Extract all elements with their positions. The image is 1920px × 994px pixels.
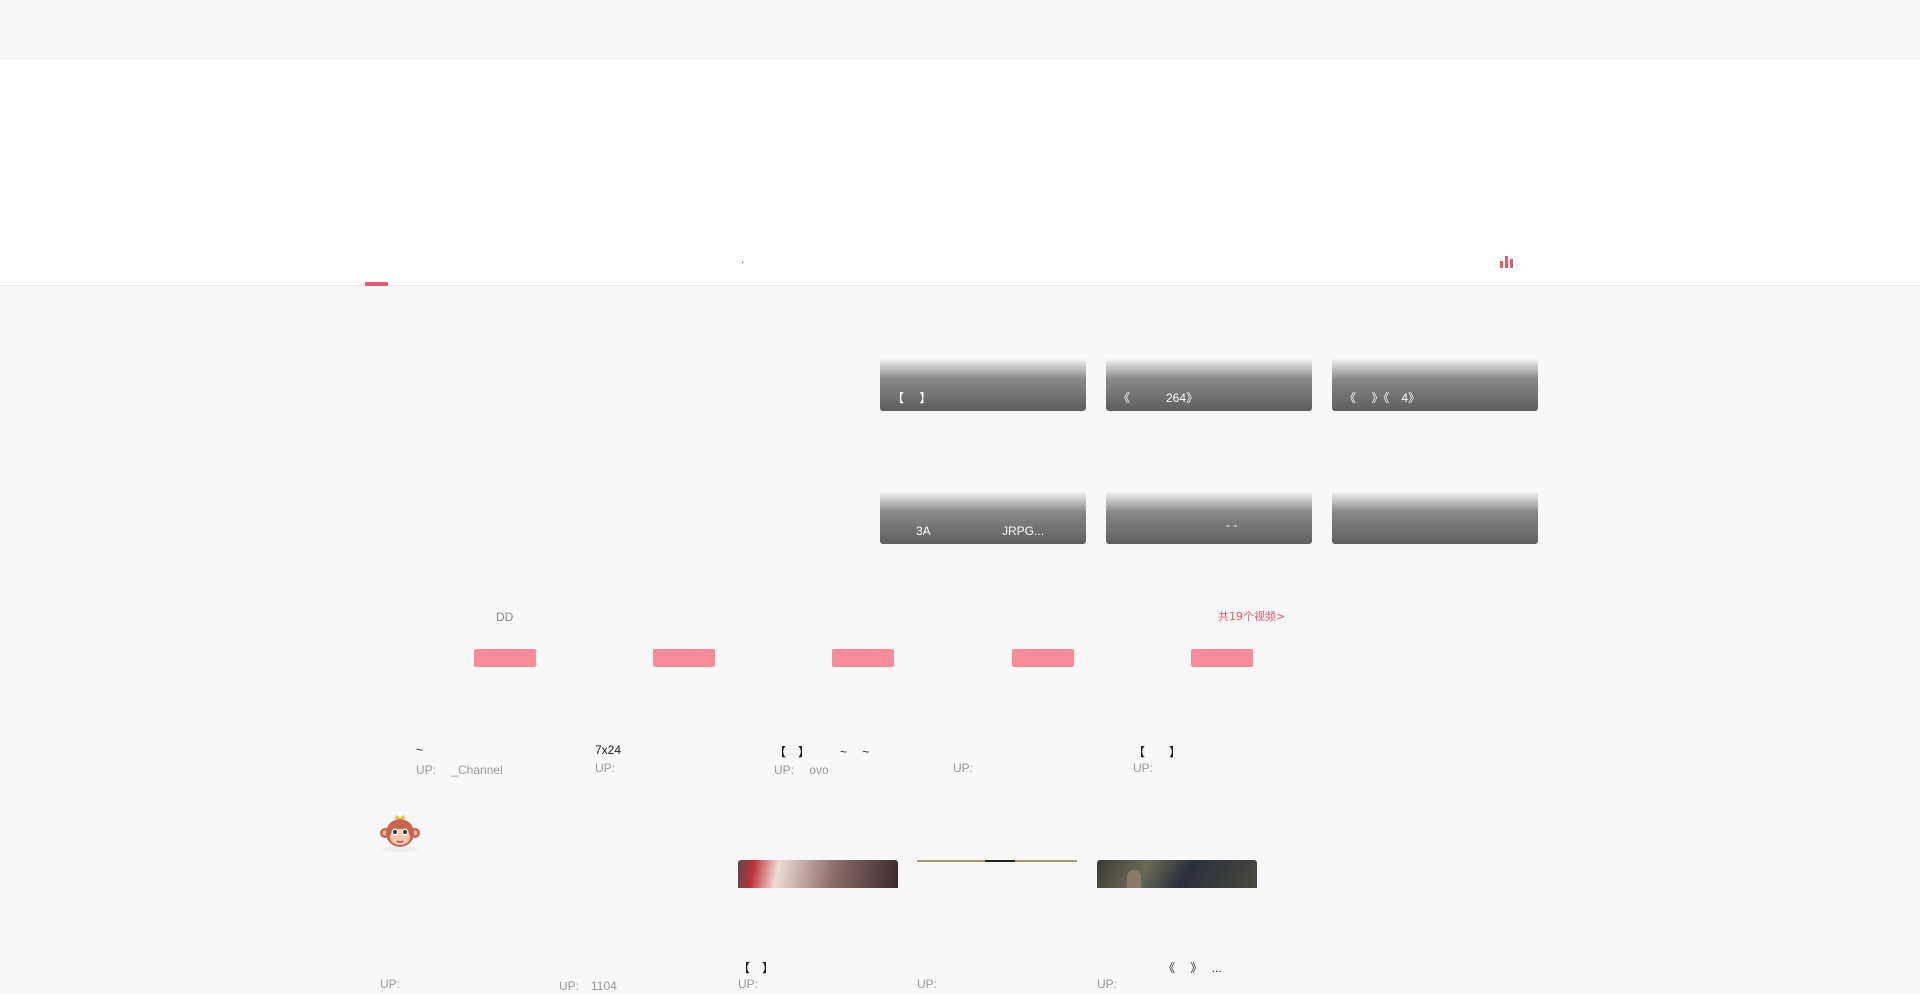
banner-card-title: 《 264》 bbox=[1118, 391, 1199, 405]
banner-card[interactable]: 《 264》 bbox=[1106, 358, 1312, 411]
video-uploader[interactable]: UP: bbox=[1097, 977, 1117, 991]
banner-card[interactable]: 3A JRPG... bbox=[880, 491, 1086, 544]
video-uploader[interactable]: UP: bbox=[1133, 761, 1153, 775]
video-uploader[interactable]: UP: bbox=[917, 977, 937, 991]
monkey-mascot-icon bbox=[378, 812, 422, 852]
banner-card-title: 3A JRPG... bbox=[892, 524, 1045, 538]
banner-card-title: 【 】 bbox=[892, 391, 932, 405]
banner-card[interactable]: - - bbox=[1106, 491, 1312, 544]
video-title[interactable]: 【 】 ~ ~ bbox=[774, 743, 869, 760]
ranking-bar-icon[interactable] bbox=[1500, 256, 1513, 268]
video-action-button[interactable] bbox=[832, 649, 894, 667]
video-action-button[interactable] bbox=[653, 649, 715, 667]
video-title[interactable]: 【 】 bbox=[738, 959, 774, 976]
video-uploader[interactable]: UP: bbox=[738, 977, 758, 991]
video-uploader[interactable]: UP: 1104 bbox=[559, 977, 617, 994]
header-banner bbox=[0, 60, 1920, 286]
video-thumbnail[interactable] bbox=[738, 860, 898, 888]
banner-card-title: 《 》《 4》 bbox=[1344, 391, 1421, 405]
video-uploader[interactable]: UP: bbox=[380, 977, 400, 991]
video-thumbnail[interactable] bbox=[917, 860, 1077, 888]
video-action-button[interactable] bbox=[1012, 649, 1074, 667]
video-uploader[interactable]: UP: _Channel bbox=[416, 761, 503, 778]
top-bar bbox=[0, 0, 1920, 60]
video-action-button[interactable] bbox=[474, 649, 536, 667]
banner-card[interactable]: 【 】 bbox=[880, 358, 1086, 411]
nav-active-indicator bbox=[365, 282, 388, 286]
video-uploader[interactable]: UP: ovo bbox=[774, 761, 829, 778]
banner-card[interactable] bbox=[1332, 491, 1538, 544]
video-title[interactable]: 【 】 bbox=[1133, 743, 1181, 760]
video-action-button[interactable] bbox=[1191, 649, 1253, 667]
video-title[interactable]: 《 》 ... bbox=[1097, 959, 1222, 976]
video-uploader[interactable]: UP: bbox=[595, 761, 615, 775]
video-thumbnail[interactable] bbox=[1097, 860, 1257, 888]
video-uploader[interactable]: UP: bbox=[953, 761, 973, 775]
video-title[interactable]: ~ bbox=[416, 743, 423, 757]
section-tab-label[interactable]: DD bbox=[496, 610, 513, 624]
banner-card[interactable]: 《 》《 4》 bbox=[1332, 358, 1538, 411]
banner-card-title: - - bbox=[1118, 518, 1238, 532]
more-videos-link[interactable]: 共19个视频> bbox=[1218, 608, 1285, 624]
video-title[interactable]: 7x24 bbox=[595, 743, 621, 757]
nav-item-dot[interactable]: . bbox=[741, 252, 744, 266]
